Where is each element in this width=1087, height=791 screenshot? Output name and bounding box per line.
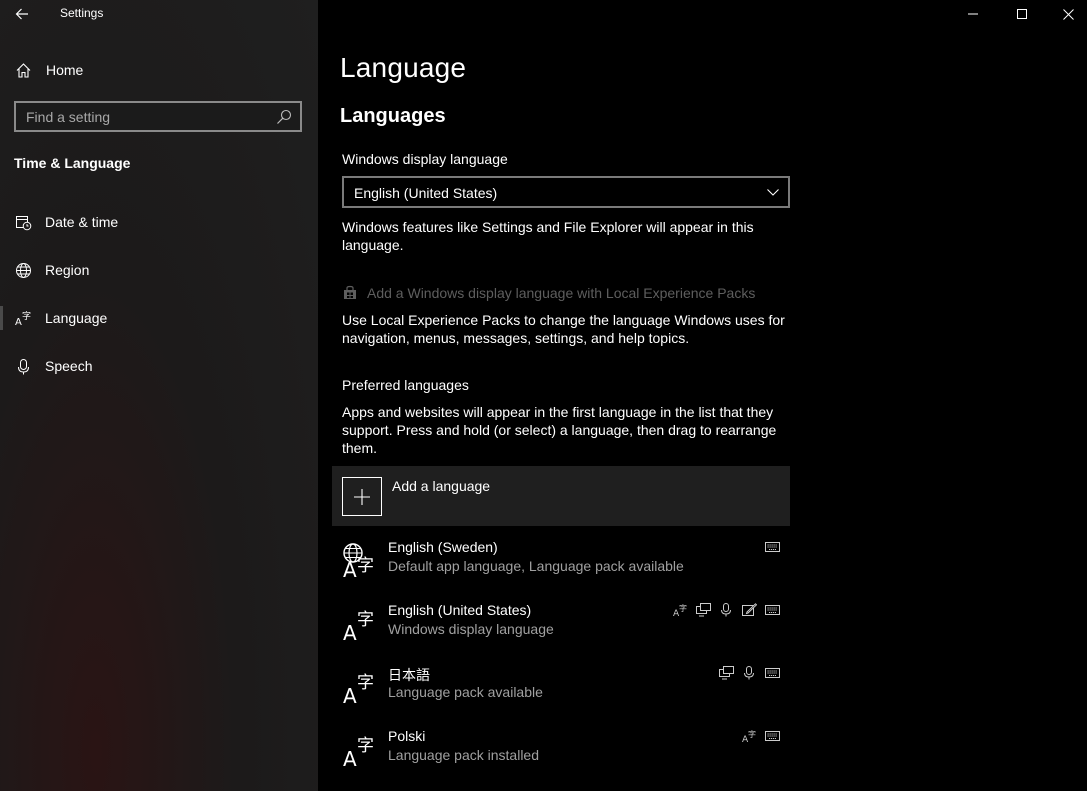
home-icon (14, 61, 32, 79)
svg-text:字: 字 (22, 310, 31, 322)
lep-link-label: Add a Windows display language with Loca… (367, 285, 756, 301)
language-status: Default app language, Language pack avai… (388, 558, 684, 574)
sidebar-item-date-time[interactable]: Date & time (0, 202, 318, 242)
language-item-polish[interactable]: A 字 Polski Language pack installed A字 (332, 727, 790, 787)
store-icon (344, 285, 356, 299)
language-item-english-us[interactable]: A 字 English (United States) Windows disp… (332, 601, 790, 661)
calendar-clock-icon (14, 213, 32, 231)
globe-icon (14, 261, 32, 279)
language-icon: A 字 (343, 610, 374, 641)
language-status: Windows display language (388, 621, 554, 637)
section-header: Time & Language (14, 155, 131, 171)
nav-home[interactable]: Home (0, 50, 318, 90)
page-title: Language (340, 52, 467, 83)
minimize-button[interactable] (950, 0, 996, 28)
svg-text:字: 字 (357, 673, 374, 693)
keyboard-icon (764, 540, 780, 554)
lep-link: Add a Windows display language with Loca… (342, 283, 755, 303)
language-icon: A 字 (14, 309, 32, 327)
language-status: Language pack installed (388, 747, 540, 763)
speech-recognition-icon (718, 603, 734, 617)
language-features: A字 (672, 603, 780, 617)
sidebar-item-label: Region (45, 262, 90, 278)
sidebar-item-language[interactable]: A 字 Language (0, 298, 318, 338)
language-name: English (Sweden) (388, 539, 498, 555)
search-input[interactable] (16, 108, 266, 125)
language-item-english-sweden[interactable]: A 字 English (Sweden) Default app languag… (332, 538, 790, 598)
language-features (718, 666, 780, 680)
maximize-icon (1017, 9, 1027, 19)
language-icon: A 字 (343, 673, 374, 704)
close-icon (1062, 8, 1074, 20)
sidebar-item-region[interactable]: Region (0, 250, 318, 290)
selected-indicator (0, 306, 3, 330)
languages-heading: Languages (340, 105, 446, 127)
svg-text:字: 字 (357, 736, 374, 756)
language-icon: A 字 (343, 736, 374, 767)
display-language-icon: A字 (741, 729, 757, 743)
back-arrow-icon (15, 8, 28, 20)
display-language-dropdown[interactable]: English (United States) (342, 176, 790, 208)
maximize-button[interactable] (999, 0, 1045, 28)
minimize-icon (968, 13, 978, 15)
sidebar-item-label: Speech (45, 358, 93, 374)
language-name: English (United States) (388, 602, 532, 618)
text-to-speech-icon (718, 666, 734, 680)
app-title: Settings (60, 6, 104, 20)
add-language-button[interactable]: Add a language (332, 466, 790, 526)
add-language-label: Add a language (392, 478, 491, 494)
svg-text:字: 字 (357, 556, 374, 576)
display-language-desc: Windows features like Settings and File … (342, 219, 754, 253)
text-to-speech-icon (695, 603, 711, 617)
svg-text:字: 字 (679, 603, 687, 613)
language-features: A字 (741, 729, 780, 743)
nav-home-label: Home (46, 62, 84, 78)
plus-icon (342, 477, 382, 516)
display-language-value: English (United States) (354, 185, 498, 201)
handwriting-icon (741, 603, 757, 617)
svg-text:字: 字 (748, 729, 756, 739)
title-bar: Settings (0, 0, 318, 28)
microphone-icon (14, 357, 32, 375)
main-content: Language Languages Windows display langu… (318, 0, 1087, 791)
back-button[interactable] (8, 2, 36, 26)
globe-language-icon: A 字 (343, 543, 374, 578)
svg-text:A: A (343, 558, 357, 578)
preferred-languages-desc: Apps and websites will appear in the fir… (342, 404, 777, 456)
display-language-icon: A字 (672, 603, 688, 617)
sidebar-item-label: Date & time (45, 214, 119, 230)
display-language-label: Windows display language (342, 151, 508, 167)
keyboard-icon (764, 603, 780, 617)
sidebar-item-speech[interactable]: Speech (0, 346, 318, 386)
language-status: Language pack available (388, 684, 543, 700)
search-box[interactable] (14, 101, 302, 132)
sidebar-item-label: Language (45, 310, 108, 326)
svg-text:A: A (343, 621, 357, 641)
keyboard-icon (764, 729, 780, 743)
svg-text:A: A (343, 684, 357, 704)
svg-text:字: 字 (357, 610, 374, 630)
preferred-languages-label: Preferred languages (342, 377, 469, 393)
language-name: Polski (388, 728, 426, 744)
svg-text:A: A (15, 317, 22, 327)
language-features (764, 540, 780, 554)
svg-text:A: A (343, 747, 357, 767)
language-name: 日本語 (388, 667, 430, 683)
speech-recognition-icon (741, 666, 757, 680)
keyboard-icon (764, 666, 780, 680)
language-item-japanese[interactable]: A 字 日本語 Language pack available (332, 664, 790, 724)
sidebar: Settings Home Time & Language Date & tim… (0, 0, 318, 791)
chevron-down-icon (767, 189, 779, 196)
close-button[interactable] (1045, 0, 1087, 28)
search-icon[interactable] (276, 109, 292, 125)
lep-desc: Use Local Experience Packs to change the… (342, 312, 785, 346)
